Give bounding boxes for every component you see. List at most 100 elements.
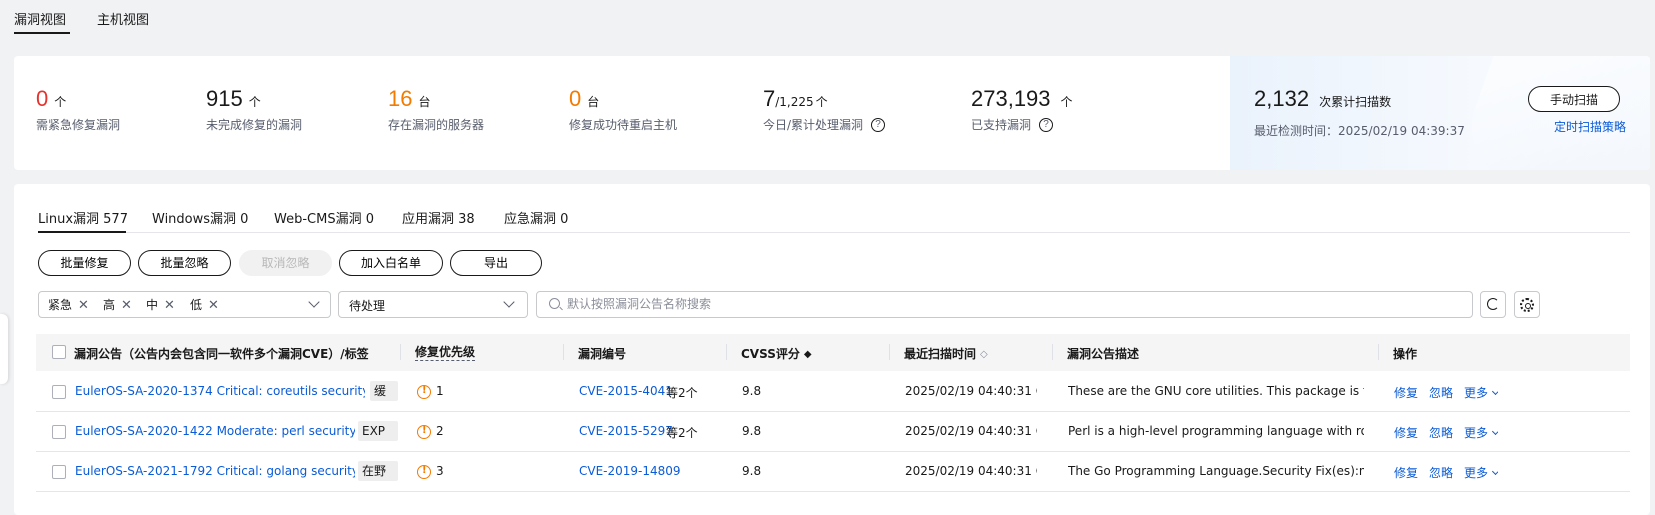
batch-fix-button[interactable]: 批量修复 <box>38 250 131 276</box>
settings-button[interactable] <box>1514 291 1540 318</box>
active-tab-indicator <box>14 32 70 34</box>
stat-total: /1,225 <box>775 95 814 109</box>
tab-webcms[interactable]: Web-CMS漏洞 0 <box>274 208 374 227</box>
table-row: EulerOS-SA-2020-1422 Moderate: perl secu… <box>36 412 1630 452</box>
advisory-link[interactable]: EulerOS-SA-2021-1792 Critical: golang se… <box>75 464 355 478</box>
stat-label: 未完成修复的漏洞 <box>206 118 303 132</box>
chevron-down-icon <box>1491 467 1499 476</box>
stat-unit: 个 <box>54 95 67 109</box>
schedule-scan-link[interactable]: 定时扫描策略 <box>1554 118 1626 135</box>
stat-handled: 7/1,225 个 今日/累计处理漏洞? <box>763 86 886 133</box>
priority-icon <box>417 385 431 399</box>
cve-more: 等2个 <box>666 426 698 440</box>
remove-tag-icon[interactable]: ✕ <box>208 298 219 313</box>
ignore-link[interactable]: 忽略 <box>1429 384 1453 401</box>
stat-label: 修复成功待重启主机 <box>569 118 678 132</box>
advisory-desc: These are the GNU core utilities. This p… <box>1068 384 1364 398</box>
chevron-down-icon <box>503 296 515 308</box>
add-whitelist-button[interactable]: 加入白名单 <box>339 250 443 276</box>
stat-unit: 台 <box>587 95 600 109</box>
help-icon[interactable]: ? <box>871 117 886 132</box>
more-dropdown[interactable]: 更多 <box>1464 424 1499 441</box>
advisory-link[interactable]: EulerOS-SA-2020-1422 Moderate: perl secu… <box>75 424 355 438</box>
view-tabs: 漏洞视图 主机视图 <box>0 0 1655 42</box>
cvss-score: 9.8 <box>742 384 762 398</box>
column-divider <box>400 344 401 360</box>
stats-card: 0个 需紧急修复漏洞 915 个 未完成修复的漏洞 16 台 存在漏洞的服务器 0台… <box>14 56 1650 170</box>
header-name: 漏洞公告（公告内会包含同一软件多个漏洞CVE）/标签 <box>74 347 369 361</box>
scan-count-label: 次累计扫描数 <box>1319 95 1392 109</box>
remove-tag-icon[interactable]: ✕ <box>78 298 89 313</box>
tag-label: 低 <box>190 298 203 312</box>
severity-filter[interactable]: 紧急 ✕ 高 ✕ 中 ✕ 低 ✕ <box>38 291 331 318</box>
stat-value: 7 <box>763 86 776 111</box>
refresh-button[interactable] <box>1480 291 1506 318</box>
stat-label: 存在漏洞的服务器 <box>388 118 485 132</box>
sort-desc-icon: ◆ <box>803 349 812 360</box>
export-button[interactable]: 导出 <box>450 250 542 276</box>
active-tab-indicator <box>38 231 126 233</box>
cancel-ignore-button[interactable]: 取消忽略 <box>239 250 332 276</box>
fix-link[interactable]: 修复 <box>1394 424 1418 441</box>
row-checkbox[interactable] <box>52 425 66 439</box>
help-icon[interactable]: ? <box>1039 117 1054 132</box>
status-value: 待处理 <box>349 299 386 313</box>
header-last-scan: 最近扫描时间 <box>904 347 977 361</box>
tab-app[interactable]: 应用漏洞 38 <box>402 208 475 227</box>
cve-link[interactable]: CVE-2015-4041 <box>579 384 673 398</box>
chevron-down-icon <box>1491 427 1499 436</box>
ignore-link[interactable]: 忽略 <box>1429 464 1453 481</box>
header-last-scan-wrap[interactable]: 最近扫描时间 ◇ <box>904 345 988 362</box>
manual-scan-button[interactable]: 手动扫描 <box>1528 86 1620 112</box>
search-input[interactable] <box>567 295 1447 313</box>
header-priority[interactable]: 修复优先级 <box>415 343 476 361</box>
select-all-checkbox[interactable] <box>52 345 66 359</box>
label-chip: EXP <box>358 421 398 441</box>
more-dropdown[interactable]: 更多 <box>1464 384 1499 401</box>
stat-supported: 273,193 个 已支持漏洞? <box>971 86 1073 133</box>
priority-icon <box>417 425 431 439</box>
stat-label: 已支持漏洞 <box>971 118 1032 132</box>
remove-tag-icon[interactable]: ✕ <box>164 298 175 313</box>
cve-more: 等2个 <box>666 386 698 400</box>
row-checkbox[interactable] <box>52 385 66 399</box>
stat-unit: 个 <box>248 95 261 109</box>
remove-tag-icon[interactable]: ✕ <box>121 298 132 313</box>
refresh-icon <box>1487 298 1499 310</box>
stat-unfixed: 915 个 未完成修复的漏洞 <box>206 86 302 133</box>
side-collapse-handle[interactable] <box>0 314 8 384</box>
tab-host-view[interactable]: 主机视图 <box>97 9 149 28</box>
column-divider <box>726 344 727 360</box>
advisory-link[interactable]: EulerOS-SA-2020-1374 Critical: coreutils… <box>75 384 365 398</box>
fix-link[interactable]: 修复 <box>1394 464 1418 481</box>
ignore-link[interactable]: 忽略 <box>1429 424 1453 441</box>
tab-windows[interactable]: Windows漏洞 0 <box>152 208 248 227</box>
priority-icon <box>417 465 431 479</box>
fix-link[interactable]: 修复 <box>1394 384 1418 401</box>
more-dropdown[interactable]: 更多 <box>1464 464 1499 481</box>
stat-unit: 个 <box>815 95 828 109</box>
batch-ignore-button[interactable]: 批量忽略 <box>138 250 231 276</box>
stat-label: 今日/累计处理漏洞 <box>763 118 864 132</box>
tab-linux[interactable]: Linux漏洞 577 <box>38 208 128 227</box>
more-label: 更多 <box>1464 426 1489 440</box>
row-checkbox[interactable] <box>52 465 66 479</box>
stat-servers: 16 台 存在漏洞的服务器 <box>388 86 484 133</box>
scan-count-value: 2,132 <box>1254 86 1310 111</box>
priority-value: 1 <box>436 384 444 398</box>
stat-value: 273,193 <box>971 86 1051 111</box>
tag-label: 紧急 <box>48 298 73 312</box>
more-label: 更多 <box>1464 466 1489 480</box>
cve-link[interactable]: CVE-2019-14809 <box>579 464 681 478</box>
stat-value: 915 <box>206 86 243 111</box>
search-box[interactable] <box>536 291 1473 318</box>
cve-link[interactable]: CVE-2015-5297 <box>579 424 673 438</box>
column-divider <box>889 344 890 360</box>
header-cvss-wrap[interactable]: CVSS评分 ◆ <box>741 345 812 362</box>
tab-vuln-view[interactable]: 漏洞视图 <box>14 9 66 28</box>
severity-tag: 中 ✕ <box>146 296 175 314</box>
header-desc: 漏洞公告描述 <box>1067 347 1140 361</box>
status-select[interactable]: 待处理 <box>338 291 528 318</box>
tab-emergency[interactable]: 应急漏洞 0 <box>504 208 568 227</box>
table-row: EulerOS-SA-2020-1374 Critical: coreutils… <box>36 372 1630 412</box>
